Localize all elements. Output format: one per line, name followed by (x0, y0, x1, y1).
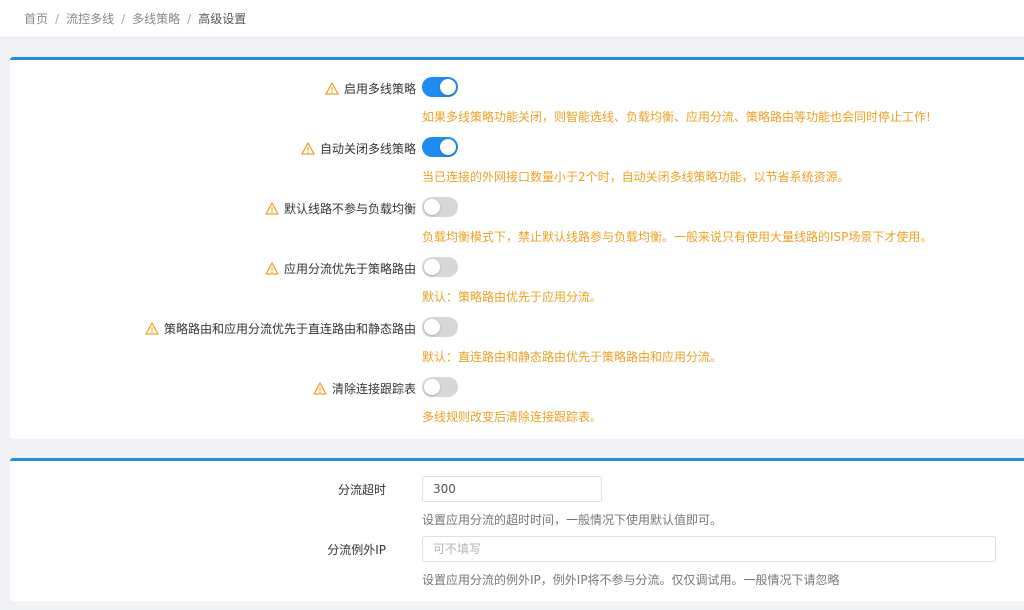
timeout-input[interactable] (422, 476, 602, 502)
exception-ip-hint: 设置应用分流的例外IP，例外IP将不参与分流。仅仅调试用。一般情况下请忽略 (422, 573, 840, 587)
toggle-knob (424, 379, 440, 395)
warning-icon (265, 261, 279, 275)
toggle-settings-card: 启用多线策略 如果多线策略功能关闭，则智能选线、负载均衡、应用分流、策略路由等功… (10, 57, 1024, 439)
enable-multiline-policy-toggle[interactable] (422, 77, 458, 97)
breadcrumb: 首页 / 流控多线 / 多线策略 / 高级设置 (0, 0, 1024, 38)
setting-label: 清除连接跟踪表 (313, 377, 416, 399)
setting-label-text: 策略路由和应用分流优先于直连路由和静态路由 (163, 321, 416, 336)
warning-icon (145, 321, 159, 335)
exception-ip-label: 分流例外IP (327, 542, 386, 557)
toggle-knob (424, 259, 440, 275)
toggle-knob (424, 199, 440, 215)
setting-hint: 负载均衡模式下，禁止默认线路参与负载均衡。一般来说只有使用大量线路的ISP场景下… (422, 230, 933, 244)
setting-hint: 默认：直连路由和静态路由优先于策略路由和应用分流。 (422, 350, 723, 364)
breadcrumb-separator: / (121, 11, 126, 26)
setting-label: 策略路由和应用分流优先于直连路由和静态路由 (145, 317, 416, 339)
setting-hint: 多线规则改变后清除连接跟踪表。 (422, 410, 603, 424)
breadcrumb-separator: / (55, 11, 60, 26)
setting-label: 自动关闭多线策略 (301, 137, 416, 159)
timeout-hint: 设置应用分流的超时时间，一般情况下使用默认值即可。 (422, 513, 723, 527)
breadcrumb-flow-control[interactable]: 流控多线 (66, 10, 114, 27)
setting-hint: 如果多线策略功能关闭，则智能选线、负载均衡、应用分流、策略路由等功能也会同时停止… (422, 110, 931, 124)
toggle-knob (424, 319, 440, 335)
warning-icon (301, 141, 315, 155)
setting-label-text: 默认线路不参与负载均衡 (283, 201, 416, 216)
breadcrumb-advanced-settings: 高级设置 (198, 12, 247, 26)
policy-over-static-route-toggle[interactable] (422, 317, 458, 337)
default-line-exclude-lb-toggle[interactable] (422, 197, 458, 217)
breadcrumb-multiline-policy[interactable]: 多线策略 (132, 10, 180, 27)
setting-label-text: 应用分流优先于策略路由 (283, 261, 416, 276)
timeout-label: 分流超时 (337, 482, 386, 497)
setting-label-text: 清除连接跟踪表 (331, 381, 416, 396)
clear-conntrack-toggle[interactable] (422, 377, 458, 397)
warning-icon (325, 81, 339, 95)
setting-hint: 默认：策略路由优先于应用分流。 (422, 290, 603, 304)
split-settings-card: 分流超时 设置应用分流的超时时间，一般情况下使用默认值即可。 分流例外IP 设置… (10, 458, 1024, 601)
toggle-knob (440, 79, 456, 95)
breadcrumb-separator: / (187, 11, 192, 26)
warning-icon (265, 201, 279, 215)
app-split-over-policy-toggle[interactable] (422, 257, 458, 277)
setting-label-text: 自动关闭多线策略 (319, 141, 416, 156)
exception-ip-input[interactable] (422, 536, 996, 562)
warning-icon (313, 381, 327, 395)
setting-hint: 当已连接的外网接口数量小于2个时，自动关闭多线策略功能，以节省系统资源。 (422, 170, 850, 184)
breadcrumb-home[interactable]: 首页 (24, 10, 48, 27)
toggle-knob (440, 139, 456, 155)
auto-disable-multiline-toggle[interactable] (422, 137, 458, 157)
setting-label: 启用多线策略 (325, 77, 416, 99)
setting-label: 应用分流优先于策略路由 (265, 257, 416, 279)
setting-label: 默认线路不参与负载均衡 (265, 197, 416, 219)
setting-label-text: 启用多线策略 (343, 81, 416, 96)
